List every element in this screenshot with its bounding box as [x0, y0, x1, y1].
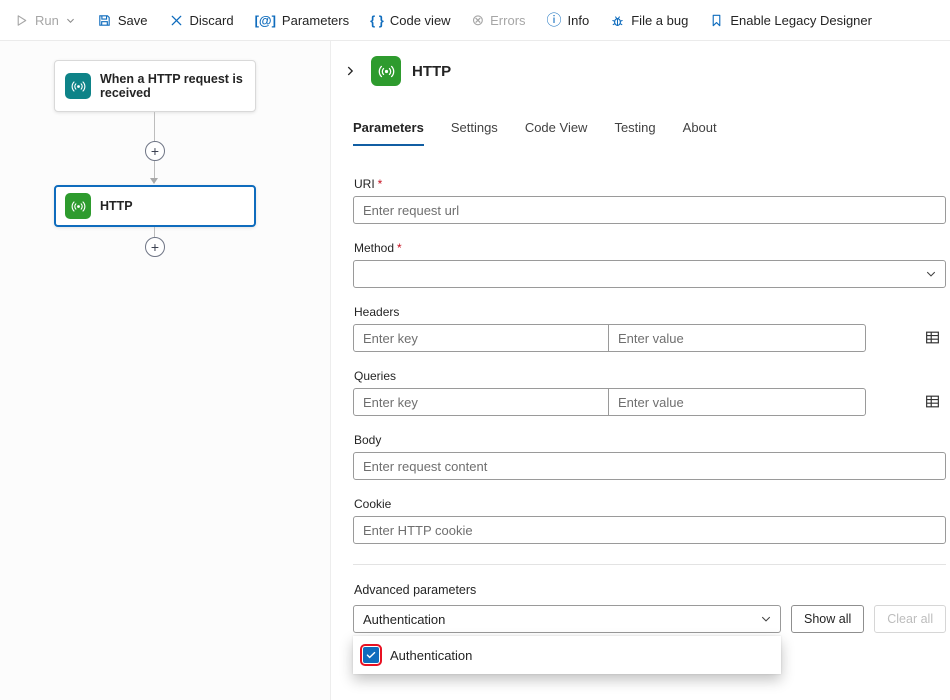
panel-header: HTTP [331, 41, 950, 96]
tab-settings[interactable]: Settings [451, 120, 498, 146]
body-label: Body [354, 432, 946, 447]
errors-label: Errors [490, 13, 525, 28]
logic-app-designer-window: Run Save Discard [@] Parameters { } Code… [0, 0, 950, 700]
queries-row [353, 388, 946, 416]
parameters-button[interactable]: [@] Parameters [255, 13, 350, 28]
vertical-dots-icon [947, 64, 950, 79]
headers-row [353, 324, 946, 352]
trigger-card-http-request[interactable]: When a HTTP request is received [54, 60, 256, 112]
code-view-label: Code view [390, 13, 451, 28]
more-options-button[interactable] [943, 60, 950, 82]
show-all-button[interactable]: Show all [791, 605, 864, 633]
dropdown-item-authentication[interactable]: Authentication [353, 639, 781, 671]
discard-label: Discard [190, 13, 234, 28]
connector-line [154, 161, 155, 179]
tab-testing[interactable]: Testing [614, 120, 655, 146]
discard-button[interactable]: Discard [169, 13, 234, 28]
tab-code-view[interactable]: Code View [525, 120, 588, 146]
info-icon: ⓘ [547, 13, 562, 28]
bookmark-flag-icon [709, 13, 724, 28]
tab-about[interactable]: About [683, 120, 717, 146]
file-a-bug-button[interactable]: File a bug [610, 13, 688, 28]
workflow-canvas[interactable]: When a HTTP request is received + HTTP + [0, 41, 330, 700]
advanced-parameters-combobox[interactable] [353, 605, 781, 633]
checkmark-icon [365, 649, 377, 661]
dropdown-item-label: Authentication [390, 648, 472, 663]
uri-input[interactable] [353, 196, 946, 224]
parameters-label: Parameters [282, 13, 349, 28]
headers-text-mode-toggle-button[interactable] [924, 329, 942, 347]
file-a-bug-label: File a bug [631, 13, 688, 28]
errors-button[interactable]: ⊗ Errors [472, 13, 526, 28]
trigger-card-title: When a HTTP request is received [100, 72, 245, 100]
save-icon [97, 13, 112, 28]
run-label: Run [35, 13, 59, 28]
queries-label: Queries [354, 368, 946, 383]
info-label: Info [568, 13, 590, 28]
connector-line [154, 112, 155, 141]
save-label: Save [118, 13, 148, 28]
discard-x-icon [169, 13, 184, 28]
headers-value-input[interactable] [608, 324, 866, 352]
advanced-parameters-row: Authentication Show all Clear all [353, 605, 946, 633]
http-action-panel: HTTP Parameters Settings Code View Testi… [330, 41, 950, 700]
table-grid-icon [924, 393, 941, 410]
run-button[interactable]: Run [14, 13, 76, 28]
parameters-form: URI* Method* Headers [331, 146, 950, 633]
collapse-panel-button[interactable] [340, 61, 360, 81]
panel-tabs: Parameters Settings Code View Testing Ab… [353, 120, 950, 146]
parameters-icon: [@] [255, 14, 276, 27]
enable-legacy-designer-label: Enable Legacy Designer [730, 13, 872, 28]
clear-all-button[interactable]: Clear all [874, 605, 946, 633]
tab-parameters[interactable]: Parameters [353, 120, 424, 146]
method-label: Method* [354, 240, 946, 255]
code-view-button[interactable]: { } Code view [370, 13, 450, 28]
chevron-down-icon [65, 15, 76, 26]
connector-line [154, 227, 155, 237]
action-card-title: HTTP [100, 199, 133, 213]
http-request-trigger-icon [65, 73, 91, 99]
cookie-label: Cookie [354, 496, 946, 511]
errors-icon: ⊗ [472, 13, 485, 28]
play-icon [14, 13, 29, 28]
code-braces-icon: { } [370, 14, 384, 27]
insert-step-button-2[interactable]: + [145, 237, 165, 257]
http-action-card-selected[interactable]: HTTP [54, 185, 256, 227]
http-action-icon [65, 193, 91, 219]
table-grid-icon [924, 329, 941, 346]
body-input[interactable] [353, 452, 946, 480]
queries-text-mode-toggle-button[interactable] [924, 393, 942, 411]
headers-label: Headers [354, 304, 946, 319]
required-asterisk: * [397, 241, 402, 255]
chevron-right-icon [343, 64, 357, 78]
save-button[interactable]: Save [97, 13, 148, 28]
insert-step-button-1[interactable]: + [145, 141, 165, 161]
bug-icon [610, 13, 625, 28]
plus-icon: + [151, 144, 159, 158]
cookie-input[interactable] [353, 516, 946, 544]
section-divider [353, 564, 946, 565]
http-action-icon [371, 56, 401, 86]
queries-key-input[interactable] [353, 388, 609, 416]
advanced-parameters-dropdown: Authentication [353, 636, 781, 674]
method-dropdown[interactable] [353, 260, 946, 288]
queries-value-input[interactable] [608, 388, 866, 416]
uri-label: URI* [354, 176, 946, 191]
command-toolbar: Run Save Discard [@] Parameters { } Code… [0, 0, 950, 41]
plus-icon: + [151, 240, 159, 254]
advanced-parameters-label: Advanced parameters [354, 583, 946, 598]
authentication-checkbox-checked[interactable] [363, 647, 379, 663]
required-asterisk: * [378, 177, 383, 191]
connector-arrow [150, 178, 158, 184]
info-button[interactable]: ⓘ Info [547, 13, 590, 28]
headers-key-input[interactable] [353, 324, 609, 352]
panel-title: HTTP [412, 63, 451, 80]
enable-legacy-designer-button[interactable]: Enable Legacy Designer [709, 13, 872, 28]
